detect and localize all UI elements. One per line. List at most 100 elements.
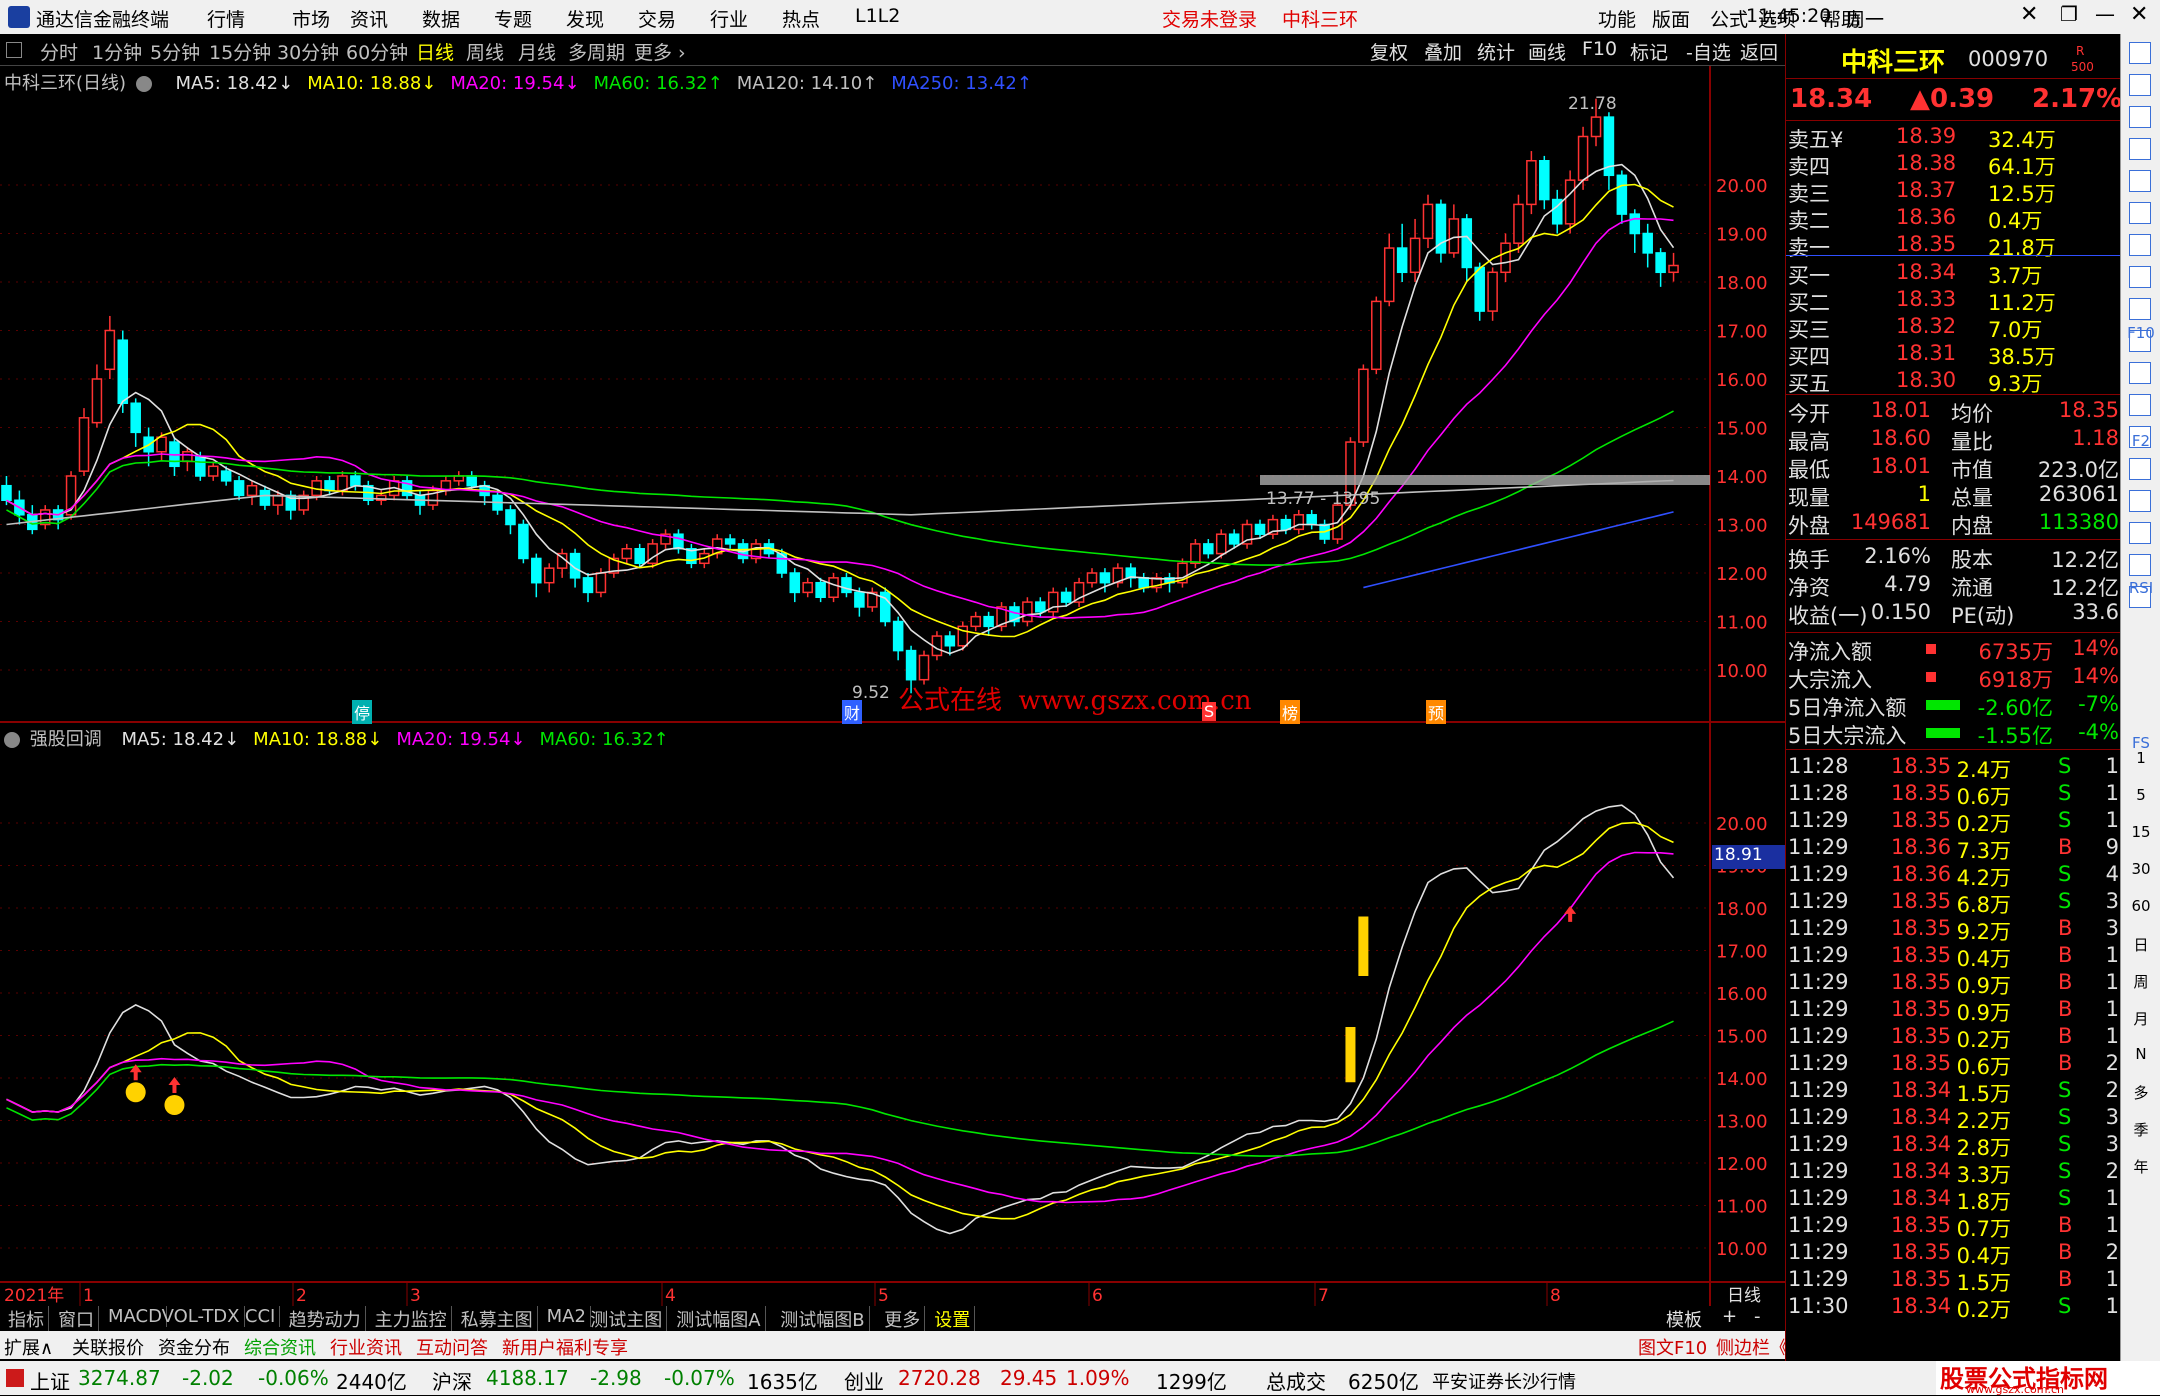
indicator-tab-5[interactable]: 趋势动力	[285, 1306, 366, 1332]
tool-icon[interactable]	[2129, 554, 2151, 576]
buy-row[interactable]: 买二 18.33 11.2万	[1786, 287, 2121, 315]
icon-label-8[interactable]: 60	[2121, 897, 2160, 915]
info-tab-4[interactable]: 行业资讯	[330, 1334, 402, 1360]
sell-row[interactable]: 卖三 18.37 12.5万	[1786, 178, 2121, 206]
close-app-icon[interactable]: ✕	[2130, 2, 2148, 27]
info-tab-5[interactable]: 互动问答	[416, 1334, 488, 1360]
period-tab-5[interactable]: 60分钟	[346, 38, 408, 65]
menu-5[interactable]: 发现	[566, 5, 604, 32]
sell-row[interactable]: 卖二 18.36 0.4万	[1786, 205, 2121, 233]
info-tab-0[interactable]: 扩展∧	[4, 1334, 53, 1360]
period-tab-4[interactable]: 30分钟	[277, 38, 339, 65]
menu-4[interactable]: 专题	[494, 5, 532, 32]
tool-icon[interactable]	[2129, 74, 2151, 96]
index-name-2[interactable]: 创业	[844, 1366, 884, 1395]
icon-label-4[interactable]: 1	[2121, 749, 2160, 767]
trade-status[interactable]: 交易未登录	[1162, 5, 1257, 32]
icon-label-10[interactable]: 周	[2121, 971, 2160, 992]
period-tab-7[interactable]: 周线	[466, 38, 504, 65]
event-marker-4[interactable]: 预	[1426, 700, 1447, 724]
tool-icon[interactable]	[2129, 106, 2151, 128]
indicator-tab-12[interactable]: 更多	[880, 1306, 926, 1332]
tool-icon[interactable]	[2129, 490, 2151, 512]
icon-label-13[interactable]: 多	[2121, 1082, 2160, 1103]
right-menu-1[interactable]: 版面	[1652, 5, 1690, 32]
restore-window-icon[interactable]: ❐	[2060, 2, 2078, 26]
index-name-1[interactable]: 沪深	[432, 1366, 472, 1395]
kline-chart[interactable]: 20.00 19.00 18.00 17.00 16.00 15.00 14.00 13.00…	[0, 66, 1785, 1306]
info-tab-2[interactable]: 资金分布	[158, 1334, 230, 1360]
legend-toggle-icon[interactable]	[135, 76, 152, 92]
icon-label-9[interactable]: 日	[2121, 934, 2160, 955]
indicator-tab-11[interactable]: 测试幅图B	[776, 1306, 870, 1332]
info-tab-3[interactable]: 综合资讯	[244, 1334, 316, 1360]
tool-button-4[interactable]: F10	[1582, 38, 1617, 60]
icon-label-1[interactable]: F2	[2121, 432, 2160, 450]
menu-0[interactable]: 行情	[207, 5, 245, 32]
tool-button-2[interactable]: 统计	[1477, 38, 1515, 65]
period-tab-0[interactable]: 分时	[40, 38, 78, 65]
icon-label-5[interactable]: 5	[2121, 786, 2160, 804]
icon-label-12[interactable]: N	[2121, 1045, 2160, 1063]
tool-button-5[interactable]: 标记	[1630, 38, 1668, 65]
tool-icon[interactable]	[2129, 266, 2151, 288]
period-tab-6[interactable]: 日线	[416, 38, 454, 65]
icon-label-14[interactable]: 季	[2121, 1119, 2160, 1140]
menu-9[interactable]: L1L2	[855, 5, 900, 27]
info-tab-6[interactable]: 新用户福利专享	[502, 1334, 628, 1360]
buy-row[interactable]: 买四 18.31 38.5万	[1786, 341, 2121, 369]
right-tab-0[interactable]: 模板	[1666, 1306, 1702, 1332]
menu-3[interactable]: 数据	[422, 5, 460, 32]
indicator-tab-13[interactable]: 设置	[930, 1306, 976, 1332]
menu-1[interactable]: 市场	[292, 5, 330, 32]
tool-button-1[interactable]: 叠加	[1424, 38, 1462, 65]
tool-button-0[interactable]: 复权	[1370, 38, 1408, 65]
tool-icon[interactable]	[2129, 522, 2151, 544]
right-menu-0[interactable]: 功能	[1598, 5, 1636, 32]
tool-icon[interactable]	[2129, 202, 2151, 224]
minimize-window-icon[interactable]: —	[2095, 2, 2115, 26]
icon-label-15[interactable]: 年	[2121, 1156, 2160, 1177]
right-menu-2[interactable]: 公式	[1710, 5, 1748, 32]
side-tab-0[interactable]: 图文F10	[1638, 1334, 1707, 1360]
period-tab-8[interactable]: 月线	[518, 38, 556, 65]
indicator-tab-7[interactable]: 私募主图	[457, 1306, 538, 1332]
sub-legend-toggle-icon[interactable]	[4, 732, 20, 748]
indicator-tab-9[interactable]: 测试主图	[586, 1306, 668, 1332]
tool-icon[interactable]	[2129, 170, 2151, 192]
indicator-tab-0[interactable]: 指标	[4, 1306, 49, 1332]
period-tab-10[interactable]: 更多 ›	[634, 38, 686, 65]
icon-label-0[interactable]: F10	[2121, 324, 2160, 342]
sell-row[interactable]: 卖五¥ 18.39 32.4万	[1786, 124, 2121, 152]
tool-icon[interactable]	[2129, 138, 2151, 160]
event-marker-0[interactable]: 停	[352, 700, 373, 724]
period-tab-2[interactable]: 5分钟	[150, 38, 200, 65]
period-tab-9[interactable]: 多周期	[568, 38, 625, 65]
index-name-0[interactable]: 上证	[30, 1366, 70, 1395]
info-tab-1[interactable]: 关联报价	[72, 1334, 144, 1360]
menu-6[interactable]: 交易	[638, 5, 676, 32]
indicator-tab-1[interactable]: 窗口	[54, 1306, 99, 1332]
icon-label-11[interactable]: 月	[2121, 1008, 2160, 1029]
tool-button-7[interactable]: 返回	[1740, 38, 1778, 65]
period-tab-3[interactable]: 15分钟	[209, 38, 271, 65]
menu-7[interactable]: 行业	[710, 5, 748, 32]
event-marker-1[interactable]: 财	[842, 700, 863, 724]
icon-label-6[interactable]: 15	[2121, 823, 2160, 841]
sell-row[interactable]: 卖四 18.38 64.1万	[1786, 151, 2121, 179]
menu-8[interactable]: 热点	[782, 5, 820, 32]
tool-icon[interactable]	[2129, 458, 2151, 480]
period-tab-1[interactable]: 1分钟	[92, 38, 142, 65]
tool-icon[interactable]	[2129, 234, 2151, 256]
tool-button-6[interactable]: -自选	[1686, 38, 1731, 65]
right-tab-2[interactable]: -	[1754, 1306, 1761, 1327]
indicator-tab-6[interactable]: 主力监控	[371, 1306, 452, 1332]
event-marker-3[interactable]: 榜	[1280, 700, 1301, 724]
indicator-tab-3[interactable]: VOL-TDX	[158, 1306, 245, 1327]
buy-row[interactable]: 买五 18.30 9.3万	[1786, 368, 2121, 396]
icon-label-7[interactable]: 30	[2121, 860, 2160, 878]
buy-row[interactable]: 买三 18.32 7.0万	[1786, 314, 2121, 342]
indicator-tab-10[interactable]: 测试幅图A	[672, 1306, 766, 1332]
close-window-icon[interactable]: ✕	[2020, 2, 2038, 27]
buy-row[interactable]: 买一 18.34 3.7万	[1786, 260, 2121, 288]
